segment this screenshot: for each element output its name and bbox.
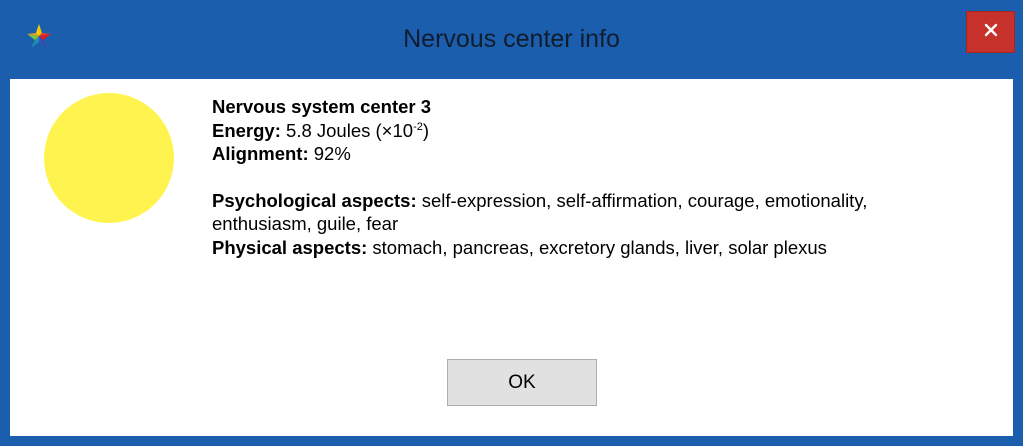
center-name-row: Nervous system center 3 [212,95,1002,119]
energy-value: 5.8 Joules (×10 [286,119,414,141]
physical-aspects-label: Physical aspects: [212,236,368,258]
center-color-indicator [44,93,174,223]
energy-exponent: -2 [413,120,423,133]
physical-aspects-value: stomach, pancreas, excretory glands, liv… [372,236,827,258]
physical-aspects-row: Physical aspects: stomach, pancreas, exc… [212,236,1002,260]
psychological-aspects-label: Psychological aspects: [212,189,417,211]
window-title: Nervous center info [403,25,620,53]
energy-row: Energy: 5.8 Joules (×10-2) [212,119,1002,143]
energy-suffix: ) [422,119,430,141]
alignment-value: 92% [313,143,351,164]
dialog-content: Nervous system center 3 Energy: 5.8 Joul… [10,79,1013,436]
energy-label: Energy: [212,119,281,141]
psychological-aspects-row: Psychological aspects: self-expression, … [212,189,912,236]
title-bar[interactable]: Nervous center info [0,0,1023,79]
dialog-window: Nervous center info Nervous system cente… [0,0,1023,446]
alignment-row: Alignment: 92% [212,142,1002,166]
center-name: Nervous system center 3 [212,96,432,117]
ok-button[interactable]: OK [447,359,597,406]
center-info: Nervous system center 3 Energy: 5.8 Joul… [212,95,1002,259]
close-button[interactable] [966,11,1015,53]
close-icon [984,23,998,42]
alignment-label: Alignment: [212,143,309,164]
